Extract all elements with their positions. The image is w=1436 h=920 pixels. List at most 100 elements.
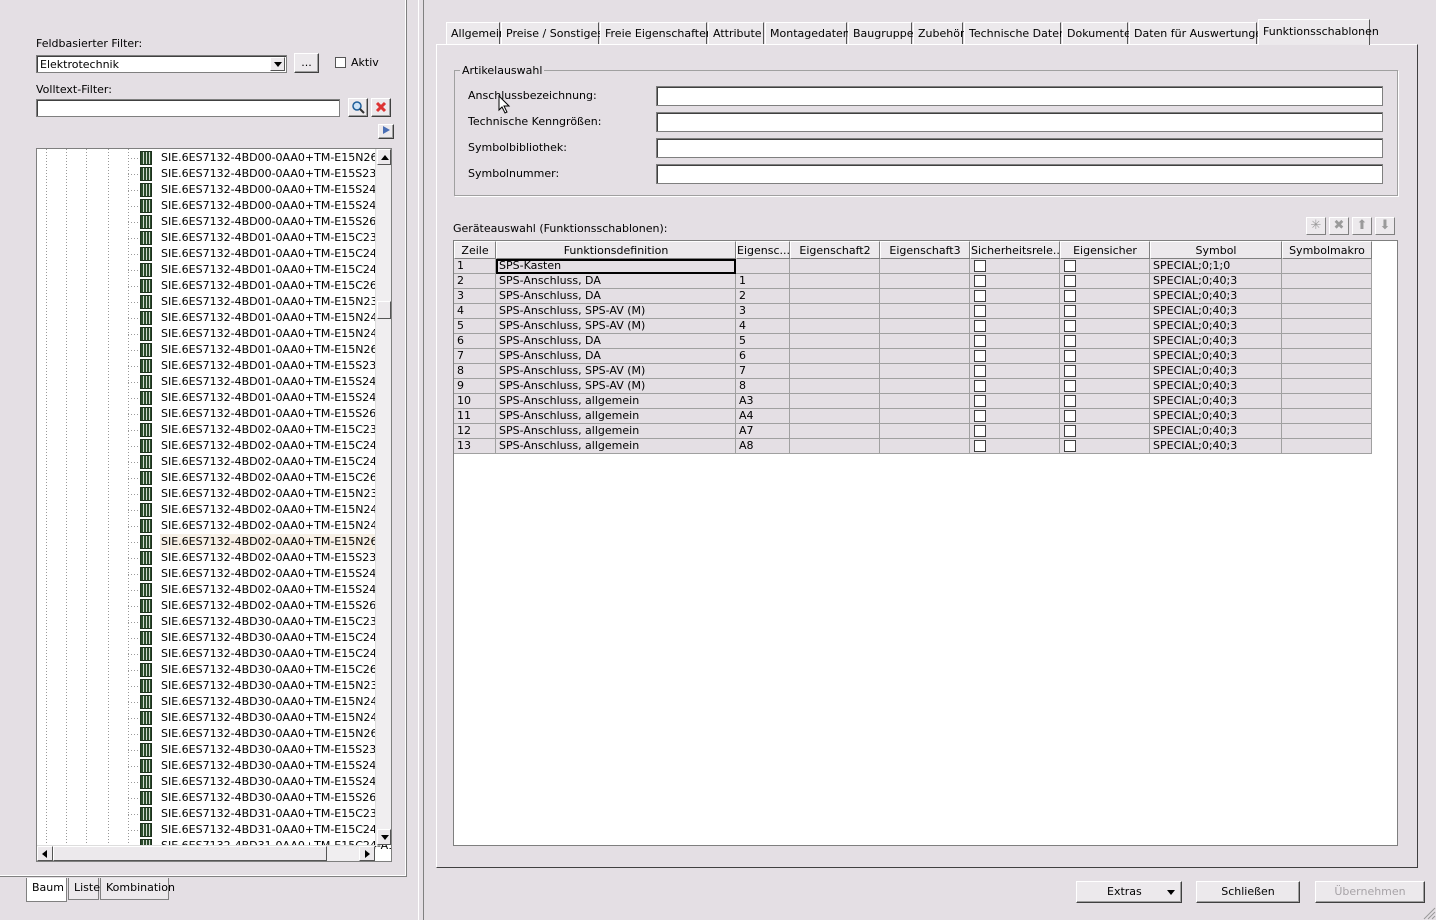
cell-property1[interactable]: A4: [736, 409, 790, 424]
cell-property3[interactable]: [880, 289, 970, 304]
column-header-property2[interactable]: Eigenschaft2: [790, 241, 880, 259]
tree-item[interactable]: SIE.6ES7132-4BD30-0AA0+TM-E15N24-01: [37, 694, 391, 710]
extras-button[interactable]: Extras: [1076, 881, 1182, 903]
cell-property3[interactable]: [880, 349, 970, 364]
checkbox[interactable]: [1064, 365, 1076, 377]
cell-symbol[interactable]: SPECIAL;0;40;3: [1150, 334, 1282, 349]
column-header-property3[interactable]: Eigenschaft3: [880, 241, 970, 259]
checkbox[interactable]: [1064, 275, 1076, 287]
checkbox[interactable]: [1064, 260, 1076, 272]
cell-safety-relevant[interactable]: [970, 409, 1060, 424]
cell-property3[interactable]: [880, 334, 970, 349]
close-button[interactable]: Schließen: [1196, 881, 1300, 903]
scroll-thumb[interactable]: [377, 301, 391, 319]
tree-item[interactable]: SIE.6ES7132-4BD02-0AA0+TM-E15C24-A1: [37, 454, 391, 470]
fulltext-filter-input[interactable]: [36, 99, 340, 117]
cell-symbol-macro[interactable]: [1282, 349, 1372, 364]
cell-symbol[interactable]: SPECIAL;0;40;3: [1150, 289, 1282, 304]
tree-item[interactable]: SIE.6ES7132-4BD01-0AA0+TM-E15S23-01: [37, 358, 391, 374]
tab-technische-daten[interactable]: Technische Daten: [964, 22, 1066, 44]
cell-row-header[interactable]: 4: [454, 304, 496, 319]
tab-funktionsschablonen[interactable]: Funktionsschablonen: [1258, 19, 1379, 45]
cell-property2[interactable]: [790, 274, 880, 289]
scroll-up-button[interactable]: [377, 149, 391, 165]
cell-property2[interactable]: [790, 319, 880, 334]
cell-intrinsically-safe[interactable]: [1060, 274, 1150, 289]
scroll-down-button[interactable]: [377, 829, 391, 845]
cell-intrinsically-safe[interactable]: [1060, 379, 1150, 394]
checkbox[interactable]: [1064, 350, 1076, 362]
field-filter-select[interactable]: Elektrotechnik: [36, 55, 287, 73]
tree-vertical-scrollbar[interactable]: [375, 149, 391, 845]
tree-item[interactable]: SIE.6ES7132-4BD30-0AA0+TM-E15N23-01: [37, 678, 391, 694]
tree-item[interactable]: SIE.6ES7132-4BD30-0AA0+TM-E15S24-01: [37, 758, 391, 774]
cell-property1[interactable]: 1: [736, 274, 790, 289]
tree-item[interactable]: SIE.6ES7132-4BD30-0AA0+TM-E15S26-A1: [37, 790, 391, 806]
tree-item[interactable]: SIE.6ES7132-4BD30-0AA0+TM-E15N24-A1: [37, 710, 391, 726]
cell-function-definition[interactable]: SPS-Anschluss, DA: [496, 274, 736, 289]
cell-intrinsically-safe[interactable]: [1060, 319, 1150, 334]
cell-row-header[interactable]: 6: [454, 334, 496, 349]
delete-row-button[interactable]: ✖: [1329, 217, 1349, 235]
filter-more-button[interactable]: ...: [294, 53, 319, 73]
cell-symbol-macro[interactable]: [1282, 334, 1372, 349]
cell-row-header[interactable]: 3: [454, 289, 496, 304]
cell-safety-relevant[interactable]: [970, 424, 1060, 439]
checkbox[interactable]: [974, 425, 986, 437]
symbol-library-input[interactable]: [656, 138, 1383, 158]
tree-item[interactable]: SIE.6ES7132-4BD01-0AA0+TM-E15N24-A1: [37, 326, 391, 342]
tab-kombination[interactable]: Kombination: [100, 878, 175, 900]
checkbox[interactable]: [1064, 410, 1076, 422]
cell-property1[interactable]: 7: [736, 364, 790, 379]
resize-grip-icon[interactable]: [1422, 906, 1436, 920]
checkbox[interactable]: [974, 410, 986, 422]
tree-item[interactable]: SIE.6ES7132-4BD30-0AA0+TM-E15S23-01: [37, 742, 391, 758]
cell-symbol-macro[interactable]: [1282, 259, 1372, 274]
cell-row-header[interactable]: 11: [454, 409, 496, 424]
cell-function-definition[interactable]: SPS-Anschluss, DA: [496, 289, 736, 304]
tree-item[interactable]: SIE.6ES7132-4BD02-0AA0+TM-E15S24-A1: [37, 582, 391, 598]
move-down-button[interactable]: ⬇: [1375, 217, 1395, 235]
tree-item[interactable]: SIE.6ES7132-4BD01-0AA0+TM-E15N26-A1: [37, 342, 391, 358]
new-row-button[interactable]: ✳: [1306, 217, 1326, 235]
cell-symbol-macro[interactable]: [1282, 439, 1372, 454]
tab-liste[interactable]: Liste: [68, 878, 100, 900]
cell-safety-relevant[interactable]: [970, 259, 1060, 274]
cell-row-header[interactable]: 2: [454, 274, 496, 289]
cell-symbol-macro[interactable]: [1282, 364, 1372, 379]
checkbox[interactable]: [1064, 290, 1076, 302]
checkbox[interactable]: [1064, 440, 1076, 452]
cell-function-definition[interactable]: SPS-Anschluss, allgemein: [496, 409, 736, 424]
tree-item[interactable]: SIE.6ES7132-4BD02-0AA0+TM-E15N24-01: [37, 502, 391, 518]
cell-row-header[interactable]: 10: [454, 394, 496, 409]
tab-zubehör[interactable]: Zubehör: [913, 22, 964, 44]
tab-freie-eigenschaften[interactable]: Freie Eigenschaften: [600, 22, 713, 44]
cell-function-definition[interactable]: SPS-Anschluss, allgemein: [496, 394, 736, 409]
cell-symbol[interactable]: SPECIAL;0;40;3: [1150, 409, 1282, 424]
tree-item[interactable]: SIE.6ES7132-4BD00-0AA0+TM-E15N26-A1: [37, 150, 391, 166]
tree-item[interactable]: SIE.6ES7132-4BD30-0AA0+TM-E15C24-A1: [37, 646, 391, 662]
chevron-down-icon[interactable]: [270, 57, 285, 71]
cell-property3[interactable]: [880, 274, 970, 289]
cell-function-definition[interactable]: SPS-Anschluss, allgemein: [496, 424, 736, 439]
checkbox[interactable]: [974, 260, 986, 272]
cell-row-header[interactable]: 12: [454, 424, 496, 439]
cell-safety-relevant[interactable]: [970, 439, 1060, 454]
tree-item[interactable]: SIE.6ES7132-4BD02-0AA0+TM-E15S24-01: [37, 566, 391, 582]
cell-symbol[interactable]: SPECIAL;0;40;3: [1150, 439, 1282, 454]
cell-function-definition[interactable]: SPS-Anschluss, DA: [496, 334, 736, 349]
tree-item[interactable]: SIE.6ES7132-4BD30-0AA0+TM-E15C26-A1: [37, 662, 391, 678]
cell-intrinsically-safe[interactable]: [1060, 259, 1150, 274]
cell-symbol[interactable]: SPECIAL;0;1;0: [1150, 259, 1282, 274]
cell-property2[interactable]: [790, 259, 880, 274]
cell-row-header[interactable]: 7: [454, 349, 496, 364]
cell-safety-relevant[interactable]: [970, 289, 1060, 304]
cell-property1[interactable]: A7: [736, 424, 790, 439]
cell-symbol[interactable]: SPECIAL;0;40;3: [1150, 379, 1282, 394]
tree-item[interactable]: SIE.6ES7132-4BD30-0AA0+TM-E15N26-A1: [37, 726, 391, 742]
tab-attribute[interactable]: Attribute: [708, 22, 764, 44]
cell-function-definition[interactable]: SPS-Anschluss, SPS-AV (M): [496, 379, 736, 394]
tree-item[interactable]: SIE.6ES7132-4BD31-0AA0+TM-E15C23-01: [37, 806, 391, 822]
scroll-right-button[interactable]: [359, 846, 375, 861]
cell-property3[interactable]: [880, 259, 970, 274]
